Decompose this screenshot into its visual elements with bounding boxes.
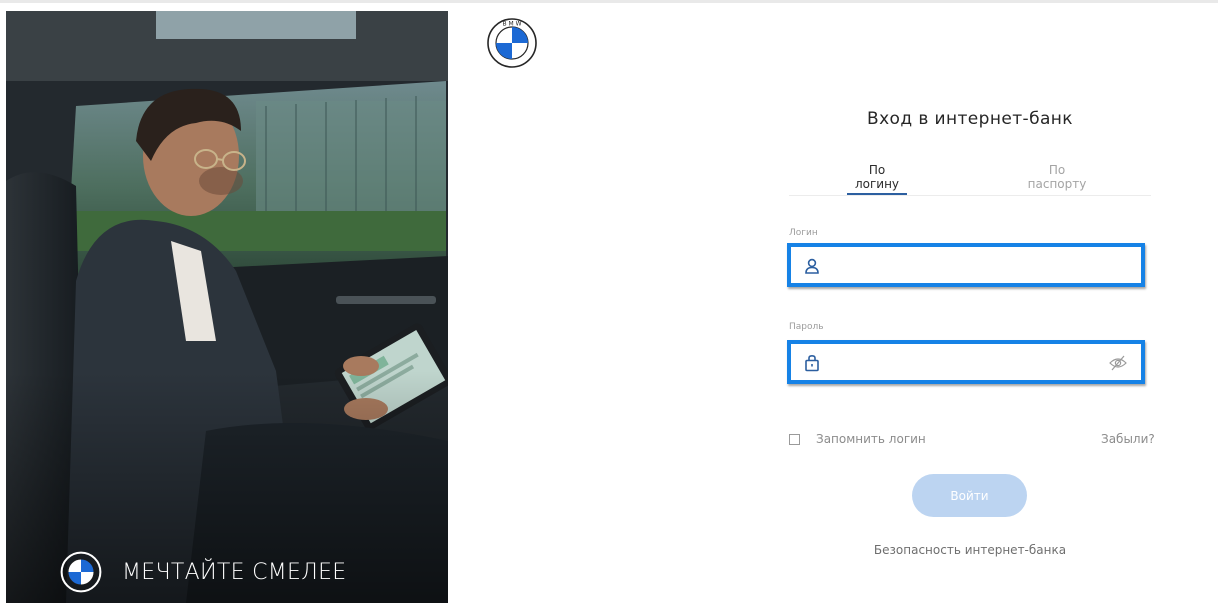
hero-slogan: МЕЧТАЙТЕ СМЕЛЕЕ [122,559,347,585]
password-input[interactable] [825,350,1109,376]
eye-hidden-icon[interactable] [1109,355,1127,371]
login-field-label: Логин [789,228,818,238]
forgot-link[interactable]: Забыли? [1101,432,1155,446]
hero-banner: МЕЧТАЙТЕ СМЕЛЕЕ [6,11,448,603]
hero-photo [6,11,448,603]
submit-button[interactable]: Войти [912,474,1027,517]
login-page: МЕЧТАЙТЕ СМЕЛЕЕ B M W Вход в интернет-ба… [0,0,1218,603]
password-field[interactable] [787,340,1145,384]
remember-checkbox[interactable] [789,433,800,445]
bmw-logo-icon [60,551,102,593]
password-field-label: Пароль [789,322,824,332]
login-tabs: По логину По паспорту [789,163,1151,196]
remember-label: Запомнить логин [816,432,926,446]
lock-icon [805,354,819,372]
login-field[interactable] [787,243,1145,287]
tab-by-passport[interactable]: По паспорту [1021,163,1093,195]
hero-brand: МЕЧТАЙТЕ СМЕЛЕЕ [60,551,346,593]
svg-text:B M W: B M W [502,21,521,28]
login-input[interactable] [825,253,1109,279]
user-icon [805,258,819,274]
security-link[interactable]: Безопасность интернет-банка [789,543,1151,557]
bmw-logo-icon[interactable]: B M W [486,17,538,69]
top-divider [0,0,1218,3]
page-title: Вход в интернет-банк [867,109,1073,129]
tab-by-login[interactable]: По логину [847,163,907,195]
remember-login[interactable]: Запомнить логин [789,432,926,446]
